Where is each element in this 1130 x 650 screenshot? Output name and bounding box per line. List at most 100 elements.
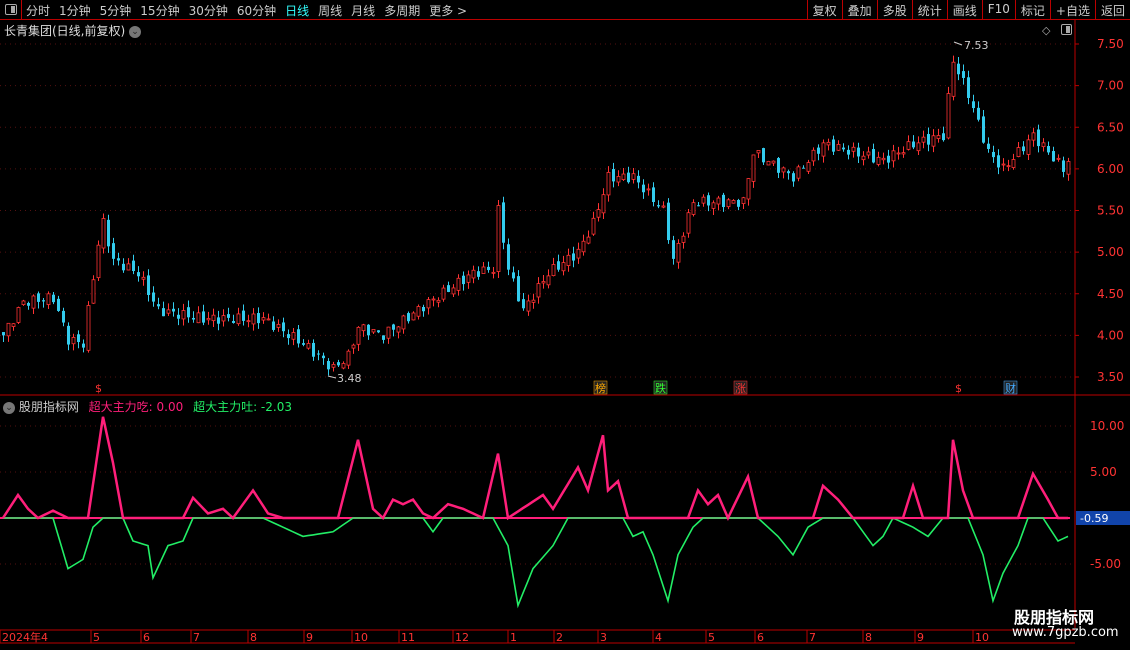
candle-body — [377, 330, 380, 333]
candle-body — [407, 313, 410, 322]
candle-body — [496, 205, 501, 272]
date-label: 9 — [917, 631, 924, 644]
candle-body — [77, 334, 80, 343]
candle-body — [792, 173, 795, 182]
candle-body — [962, 71, 965, 78]
candle-body — [536, 283, 541, 298]
candle-body — [832, 139, 835, 152]
date-label: 7 — [809, 631, 816, 644]
candle-body — [356, 326, 361, 345]
date-label: 3 — [600, 631, 607, 644]
candle-body — [2, 332, 5, 336]
candle-body — [386, 326, 391, 339]
price-axis-label: 4.50 — [1097, 287, 1124, 301]
candle-body — [82, 343, 85, 348]
candle-body — [857, 147, 860, 157]
indicator-name: 股朋指标网 — [18, 400, 79, 414]
candle-body — [701, 196, 706, 204]
candle-body — [787, 171, 790, 174]
candle-body — [117, 258, 120, 261]
candle-body — [27, 302, 30, 306]
candle-body — [627, 172, 630, 183]
candle-body — [842, 147, 845, 150]
candle-body — [711, 202, 716, 209]
candle-body — [1062, 160, 1065, 172]
candle-body — [1016, 147, 1021, 157]
candle-body — [46, 293, 51, 305]
candle-body — [481, 266, 486, 274]
candle-body — [942, 133, 945, 141]
candle-body — [322, 355, 325, 359]
candle-body — [1001, 163, 1006, 166]
candle-body — [181, 310, 186, 320]
min-pointer — [327, 375, 337, 379]
date-label: 8 — [865, 631, 872, 644]
candle-body — [227, 314, 230, 318]
candle-body — [652, 187, 655, 203]
candle-body — [802, 167, 805, 169]
candle-body — [591, 217, 596, 235]
candle-body — [71, 336, 76, 345]
candle-body — [606, 171, 611, 196]
candle-body — [37, 293, 40, 302]
candle-body — [951, 61, 956, 97]
max-price-label: 7.53 — [964, 39, 989, 52]
candle-body — [157, 304, 160, 307]
candle-body — [826, 141, 831, 146]
candle-body — [202, 311, 205, 323]
candle-body — [282, 322, 285, 332]
candle-body — [206, 318, 211, 321]
candle-body — [441, 287, 446, 300]
candle-body — [581, 240, 586, 253]
candle-body — [781, 167, 786, 173]
green-series-label: 超大主力吐: -2.03 — [193, 400, 292, 414]
candle-body — [661, 205, 666, 208]
candle-body — [291, 332, 296, 340]
date-label: 5 — [708, 631, 715, 644]
date-label: 1 — [510, 631, 517, 644]
candle-body — [456, 277, 461, 291]
candle-body — [751, 154, 756, 182]
candle-body — [766, 160, 771, 166]
candle-body — [166, 309, 171, 314]
candle-body — [217, 317, 220, 324]
candle-body — [101, 218, 106, 249]
date-label: 5 — [93, 631, 100, 644]
candle-body — [351, 344, 356, 349]
candle-body — [112, 243, 115, 259]
kline-chart[interactable]: 7.50 7.00 6.50 6.00 5.50 5.00 4.50 4.00 3.50 7.53… — [0, 0, 1130, 650]
event-marker: $ — [95, 382, 102, 395]
candle-body — [502, 202, 505, 243]
date-label: 2024年4 — [2, 630, 48, 644]
candle-body — [401, 315, 406, 330]
candle-body — [686, 212, 691, 234]
chevron-down-icon[interactable]: ⌄ — [3, 401, 15, 414]
candle-body — [541, 281, 546, 284]
candle-body — [162, 308, 165, 317]
candle-body — [731, 200, 736, 204]
date-label: 4 — [655, 631, 662, 644]
pink-line — [1, 416, 1068, 522]
candle-body — [96, 244, 101, 279]
candle-body — [86, 305, 91, 351]
candle-body — [246, 320, 251, 323]
candle-body — [836, 143, 841, 151]
min-price-label: 3.48 — [337, 372, 362, 385]
candle-body — [916, 142, 921, 152]
candle-body — [67, 325, 70, 345]
candle-body — [491, 271, 496, 274]
date-label: 9 — [306, 631, 313, 644]
candle-body — [137, 272, 140, 277]
candle-body — [756, 150, 761, 154]
candle-body — [361, 324, 366, 332]
candle-body — [777, 158, 780, 173]
candle-body — [881, 157, 886, 161]
candle-body — [132, 260, 135, 271]
candle-body — [251, 313, 256, 325]
event-marker: 涨 — [735, 382, 746, 395]
date-label: 8 — [250, 631, 257, 644]
price-axis-label: 3.50 — [1097, 370, 1124, 384]
price-axis-label: 4.00 — [1097, 328, 1124, 342]
candle-body — [126, 263, 131, 271]
candle-body — [927, 134, 930, 145]
